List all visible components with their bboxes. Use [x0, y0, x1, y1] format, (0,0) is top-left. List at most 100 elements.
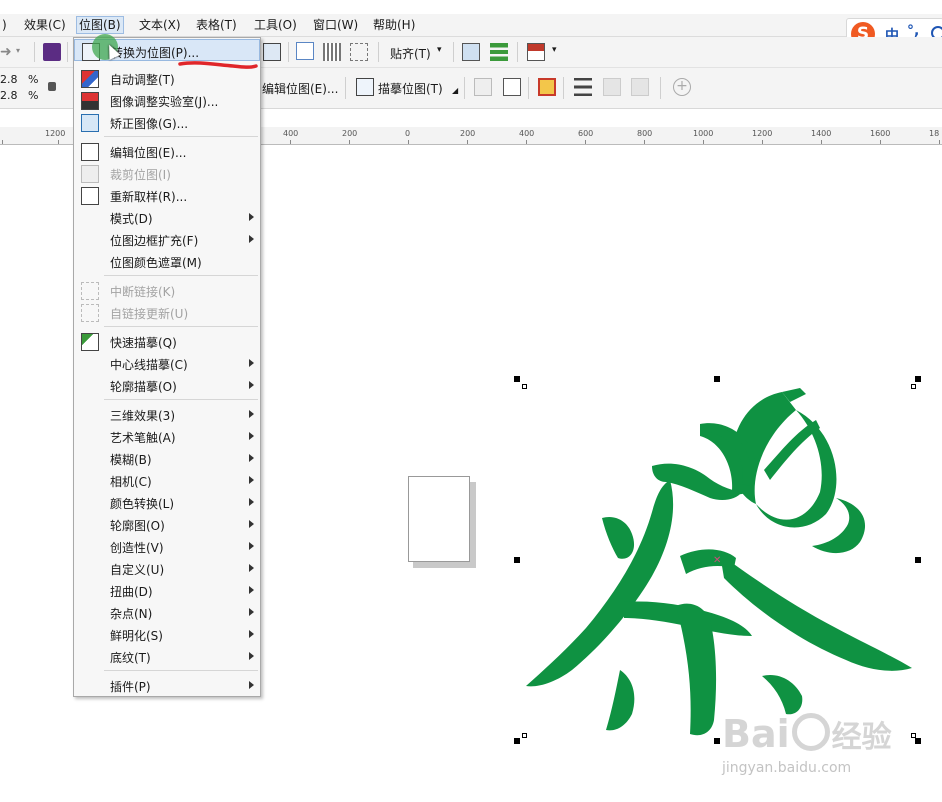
menu-item-inflate-bitmap[interactable]: 位图边框扩充(F) [74, 228, 260, 250]
menu-item-bitmap-color-mask[interactable]: 位图颜色遮罩(M) [74, 250, 260, 272]
menu-item-label: 艺术笔触(A) [110, 431, 176, 445]
trace-bitmap-button[interactable]: 描摹位图(T) [378, 80, 443, 97]
selection-handle[interactable] [915, 557, 921, 563]
update-link-icon [81, 304, 99, 322]
trace-dropdown-icon[interactable]: ◢ [452, 86, 458, 95]
menu-item-3d-effects[interactable]: 三维效果(3) [74, 403, 260, 425]
menu-item-label: 底纹(T) [110, 651, 151, 665]
menu-item-label: 自链接更新(U) [110, 307, 189, 321]
submenu-arrow-icon [249, 235, 254, 243]
menu-item-creative[interactable]: 创造性(V) [74, 535, 260, 557]
resample-icon[interactable] [503, 78, 521, 96]
menu-item-label: 插件(P) [110, 680, 151, 694]
add-icon[interactable]: + [673, 78, 691, 96]
ruler-label: 1600 [870, 129, 891, 138]
menu-tools-partial[interactable]: ) [0, 17, 9, 33]
selection-handle[interactable] [915, 376, 921, 382]
align-distribute-icon[interactable] [574, 78, 592, 96]
menu-item-label: 位图颜色遮罩(M) [110, 256, 202, 270]
scale-x-field[interactable]: 2.8 [0, 73, 18, 86]
menu-tools[interactable]: 工具(O) [252, 17, 299, 33]
resample-icon [81, 187, 99, 205]
menu-item-sharpen[interactable]: 鲜明化(S) [74, 623, 260, 645]
menu-item-custom[interactable]: 自定义(U) [74, 557, 260, 579]
menu-item-contour[interactable]: 轮廓图(O) [74, 513, 260, 535]
menu-table[interactable]: 表格(T) [194, 17, 239, 33]
menu-item-label: 自定义(U) [110, 563, 165, 577]
selection-handle[interactable] [915, 738, 921, 744]
menu-item-art-strokes[interactable]: 艺术笔触(A) [74, 425, 260, 447]
menu-bitmaps[interactable]: 位图(B) [76, 16, 124, 34]
menu-item-blur[interactable]: 模糊(B) [74, 447, 260, 469]
submenu-arrow-icon [249, 410, 254, 418]
zoom-fit-icon[interactable] [263, 43, 281, 61]
menu-item-label: 矫正图像(G)... [110, 117, 189, 131]
menu-item-plugins[interactable]: 插件(P) [74, 674, 260, 696]
show-guidelines-icon[interactable] [350, 43, 368, 61]
scale-y-field[interactable]: 2.8 [0, 89, 18, 102]
snap-dropdown-arrow-icon[interactable]: ▾ [437, 45, 442, 55]
menu-item-distort[interactable]: 扭曲(D) [74, 579, 260, 601]
menu-item-quick-trace[interactable]: 快速描摹(Q) [74, 330, 260, 352]
menu-item-centerline-trace[interactable]: 中心线描摹(C) [74, 352, 260, 374]
menu-item-resample[interactable]: 重新取样(R)... [74, 184, 260, 206]
redo-dropdown-icon[interactable]: ▾ [16, 46, 20, 55]
menu-item-color-transform[interactable]: 颜色转换(L) [74, 491, 260, 513]
ruler-label: 600 [578, 129, 594, 138]
submenu-arrow-icon [249, 432, 254, 440]
selection-handle[interactable] [514, 738, 520, 744]
menu-item-mode[interactable]: 模式(D) [74, 206, 260, 228]
menu-help[interactable]: 帮助(H) [371, 17, 417, 33]
menu-item-camera[interactable]: 相机(C) [74, 469, 260, 491]
rotation-handle[interactable] [522, 384, 527, 389]
checklist-icon[interactable] [490, 43, 508, 61]
red-underline-annotation [178, 61, 258, 69]
ruler-label: 800 [637, 129, 653, 138]
menu-item-noise[interactable]: 杂点(N) [74, 601, 260, 623]
menu-window[interactable]: 窗口(W) [311, 17, 360, 33]
ruler-label: 200 [342, 129, 358, 138]
menu-item-label: 轮廓描摹(O) [110, 380, 177, 394]
selection-handle[interactable] [714, 376, 720, 382]
redo-arrow-icon[interactable]: ➜ [0, 44, 12, 60]
launch-app-icon[interactable] [527, 43, 545, 61]
submenu-arrow-icon [249, 498, 254, 506]
glyph-stroke [606, 670, 635, 731]
selection-handle[interactable] [514, 376, 520, 382]
launch-dropdown-arrow-icon[interactable]: ▾ [552, 45, 557, 55]
menu-item-label: 创造性(V) [110, 541, 164, 555]
rotation-handle[interactable] [911, 384, 916, 389]
menu-item-image-adjustment-lab[interactable]: 图像调整实验室(J)... [74, 89, 260, 111]
ruler-label: 1200 [752, 129, 773, 138]
selection-handle[interactable] [514, 557, 520, 563]
scale-y-unit: % [28, 89, 39, 102]
rotation-handle[interactable] [522, 733, 527, 738]
ruler-label: 400 [519, 129, 535, 138]
selection-handle[interactable] [714, 738, 720, 744]
center-point-icon[interactable]: ✕ [713, 555, 721, 566]
menu-item-outline-trace[interactable]: 轮廓描摹(O) [74, 374, 260, 396]
show-grid-icon[interactable] [323, 43, 341, 61]
menu-item-edit-bitmap[interactable]: 编辑位图(E)... [74, 140, 260, 162]
submenu-arrow-icon [249, 213, 254, 221]
lock-ratio-icon[interactable] [48, 82, 56, 91]
corel-connect-icon[interactable] [43, 43, 61, 61]
rotation-handle[interactable] [911, 733, 916, 738]
bitmap-color-mask-icon[interactable] [538, 78, 556, 96]
show-rulers-icon[interactable] [296, 42, 314, 60]
menu-item-texture[interactable]: 底纹(T) [74, 645, 260, 667]
menu-item-label: 裁剪位图(I) [110, 168, 171, 182]
menu-text[interactable]: 文本(X) [137, 17, 183, 33]
submenu-arrow-icon [249, 476, 254, 484]
submenu-arrow-icon [249, 520, 254, 528]
options-icon[interactable] [462, 43, 480, 61]
menubar: ) 效果(C) 位图(B) 文本(X) 表格(T) 工具(O) 窗口(W) 帮助… [0, 14, 942, 37]
menu-item-label: 重新取样(R)... [110, 190, 188, 204]
image-adjustment-lab-icon [81, 92, 99, 110]
edit-bitmap-button[interactable]: 编辑位图(E)... [262, 80, 338, 97]
trace-bitmap-icon[interactable] [356, 78, 374, 96]
snap-to-dropdown[interactable]: 贴齐(T) [390, 45, 431, 62]
edit-bitmap-icon [81, 143, 99, 161]
menu-effects[interactable]: 效果(C) [22, 17, 68, 33]
menu-item-straighten-image[interactable]: 矫正图像(G)... [74, 111, 260, 133]
